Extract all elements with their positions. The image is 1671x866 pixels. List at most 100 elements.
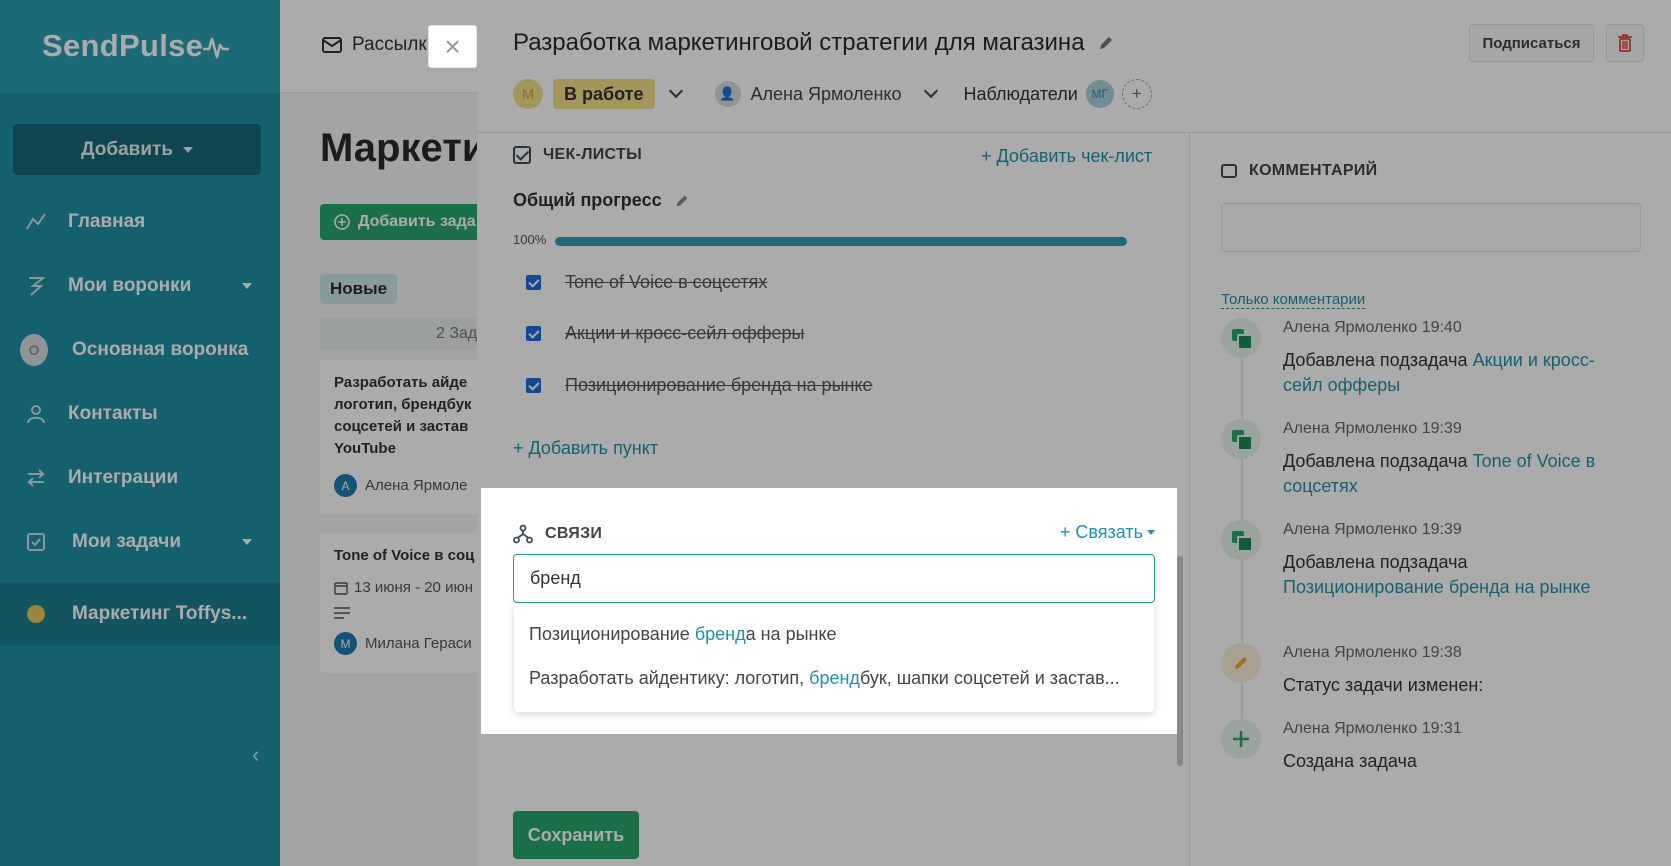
activity-meta: Алена Ярмоленко 19:40 xyxy=(1283,319,1462,337)
result-match: бренд xyxy=(694,624,746,644)
activity-meta: Алена Ярмоленко 19:38 xyxy=(1283,644,1462,662)
progress-percent: 100% xyxy=(513,232,547,247)
scrollbar[interactable] xyxy=(1177,556,1183,766)
result-text: Разработать айдентику: логотип, xyxy=(529,668,810,688)
checkbox-checked[interactable] xyxy=(526,326,541,341)
progress-title-text: Общий прогресс xyxy=(513,190,662,210)
checklists-title: ЧЕК-ЛИСТЫ xyxy=(513,146,642,164)
assignee-select[interactable]: 👤 Алена Ярмоленко xyxy=(714,81,902,107)
checklist-item[interactable]: Позиционирование бренда на рынке xyxy=(526,375,873,396)
subtask-icon xyxy=(1221,520,1261,560)
checkbox-checked[interactable] xyxy=(526,275,541,290)
activity-item: Алена Ярмоленко 19:40 Добавлена подзадач… xyxy=(1221,318,1641,408)
delete-button[interactable] xyxy=(1606,24,1644,62)
activity-meta: Алена Ярмоленко 19:31 xyxy=(1283,720,1462,738)
task-title: Разработка маркетинговой стратегии для м… xyxy=(513,29,1115,57)
link-button-label: + Связать xyxy=(1059,522,1143,542)
result-text: а на рынке xyxy=(745,624,837,644)
links-search-input[interactable] xyxy=(513,554,1155,603)
comment-input[interactable] xyxy=(1221,203,1641,252)
search-results-dropdown: Позиционирование бренда на рынке Разрабо… xyxy=(514,604,1154,712)
caret-down-icon xyxy=(1147,530,1155,535)
checklist-item-label: Tone of Voice в соцсетях xyxy=(565,272,768,292)
column-divider xyxy=(1189,133,1190,866)
checklist-item-label: Позиционирование бренда на рынке xyxy=(565,375,873,395)
activity-text-body: Статус задачи изменен: xyxy=(1283,675,1484,695)
checklist-item[interactable]: Акции и кросс-сейл офферы xyxy=(526,323,804,344)
activity-text-body: Создана задача xyxy=(1283,751,1417,771)
save-button[interactable]: Сохранить xyxy=(513,811,639,859)
comments-title: КОММЕНТАРИЙ xyxy=(1221,162,1377,180)
task-title-text: Разработка маркетинговой стратегии для м… xyxy=(513,29,1085,56)
progress-bar-fill xyxy=(555,237,1127,246)
trash-icon xyxy=(1618,34,1632,52)
activity-item: Алена Ярмоленко 19:38 Статус задачи изме… xyxy=(1221,643,1641,703)
activity-text: Добавлена подзадача Позиционирование бре… xyxy=(1283,550,1633,600)
overlay-dim xyxy=(0,0,280,866)
avatar: 👤 xyxy=(714,81,741,107)
kanban-background: Рассылк Маркети Добавить зада Новые 2 За… xyxy=(280,0,477,866)
subscribe-button[interactable]: Подписаться xyxy=(1469,24,1594,62)
activity-item: Алена Ярмоленко 19:39 Добавлена подзадач… xyxy=(1221,520,1641,610)
chevron-down-icon[interactable] xyxy=(923,83,938,99)
activity-author: Алена Ярмоленко xyxy=(1283,720,1418,737)
activity-meta: Алена Ярмоленко 19:39 xyxy=(1283,420,1462,438)
activity-time: 19:39 xyxy=(1421,420,1462,437)
activity-time: 19:31 xyxy=(1421,720,1462,737)
overlay-dim xyxy=(280,0,477,866)
checklist-icon xyxy=(513,146,531,164)
progress-bar xyxy=(555,237,1127,246)
pencil-icon[interactable] xyxy=(674,193,690,209)
activity-text-body: Добавлена подзадача xyxy=(1283,451,1473,471)
comment-icon xyxy=(1221,164,1237,178)
checklist-item-label: Акции и кросс-сейл офферы xyxy=(565,323,805,343)
status-badge[interactable]: В работе xyxy=(553,79,655,109)
links-title-text: СВЯЗИ xyxy=(545,525,603,542)
task-panel: Разработка маркетинговой стратегии для м… xyxy=(477,0,1671,866)
close-panel-button[interactable]: × xyxy=(428,25,477,68)
links-section: СВЯЗИ + Связать Позиционирование бренда … xyxy=(481,488,1177,734)
activity-text: Создана задача xyxy=(1283,749,1633,774)
activity-author: Алена Ярмоленко xyxy=(1283,319,1418,336)
pencil-icon[interactable] xyxy=(1097,34,1115,52)
checkbox-checked[interactable] xyxy=(526,378,541,393)
task-header: Разработка маркетинговой стратегии для м… xyxy=(477,0,1671,133)
activity-text: Статус задачи изменен: xyxy=(1283,673,1633,698)
activity-time: 19:39 xyxy=(1421,521,1462,538)
activity-text: Добавлена подзадача Акции и кросс-сейл о… xyxy=(1283,348,1633,398)
close-icon: × xyxy=(444,30,461,62)
only-comments-filter[interactable]: Только комментарии xyxy=(1221,291,1366,309)
subtask-icon xyxy=(1221,419,1261,459)
add-checklist-item-link[interactable]: + Добавить пункт xyxy=(513,438,658,459)
result-match: бренд xyxy=(809,668,860,688)
activity-author: Алена Ярмоленко xyxy=(1283,420,1418,437)
status-row: М В работе 👤 Алена Ярмоленко Наблюдатели… xyxy=(513,78,1152,110)
activity-text: Добавлена подзадача Tone of Voice в соцс… xyxy=(1283,449,1633,499)
activity-item: Алена Ярмоленко 19:31 Создана задача xyxy=(1221,719,1641,779)
activity-time: 19:40 xyxy=(1421,319,1462,336)
plus-icon xyxy=(1221,719,1261,759)
status-avatar: М xyxy=(513,79,543,109)
result-text: бук, шапки соцсетей и застав... xyxy=(859,668,1120,688)
links-icon xyxy=(513,524,533,544)
pencil-icon xyxy=(1221,643,1261,683)
observer-avatar[interactable]: МГ xyxy=(1085,80,1114,108)
activity-item: Алена Ярмоленко 19:39 Добавлена подзадач… xyxy=(1221,419,1641,509)
progress-title: Общий прогресс xyxy=(513,190,690,211)
sidebar: SendPulse Добавить Главная Мои воронки O… xyxy=(0,0,280,866)
add-observer-button[interactable]: + xyxy=(1121,79,1152,109)
subtask-icon xyxy=(1221,318,1261,358)
activity-text-body: Добавлена подзадача xyxy=(1283,552,1468,572)
observers-label: Наблюдатели xyxy=(963,83,1078,104)
result-text: Позиционирование xyxy=(529,624,695,644)
add-checklist-link[interactable]: + Добавить чек-лист xyxy=(981,146,1152,167)
chevron-down-icon[interactable] xyxy=(668,83,683,99)
activity-author: Алена Ярмоленко xyxy=(1283,521,1418,538)
activity-link[interactable]: Позиционирование бренда на рынке xyxy=(1283,577,1591,597)
checklist-item[interactable]: Tone of Voice в соцсетях xyxy=(526,272,767,293)
link-button[interactable]: + Связать xyxy=(1060,522,1155,543)
observers: Наблюдатели МГ + xyxy=(964,79,1152,109)
activity-meta: Алена Ярмоленко 19:39 xyxy=(1283,521,1462,539)
search-result-item[interactable]: Разработать айдентику: логотип, брендбук… xyxy=(529,668,1141,689)
search-result-item[interactable]: Позиционирование бренда на рынке xyxy=(529,624,1141,645)
